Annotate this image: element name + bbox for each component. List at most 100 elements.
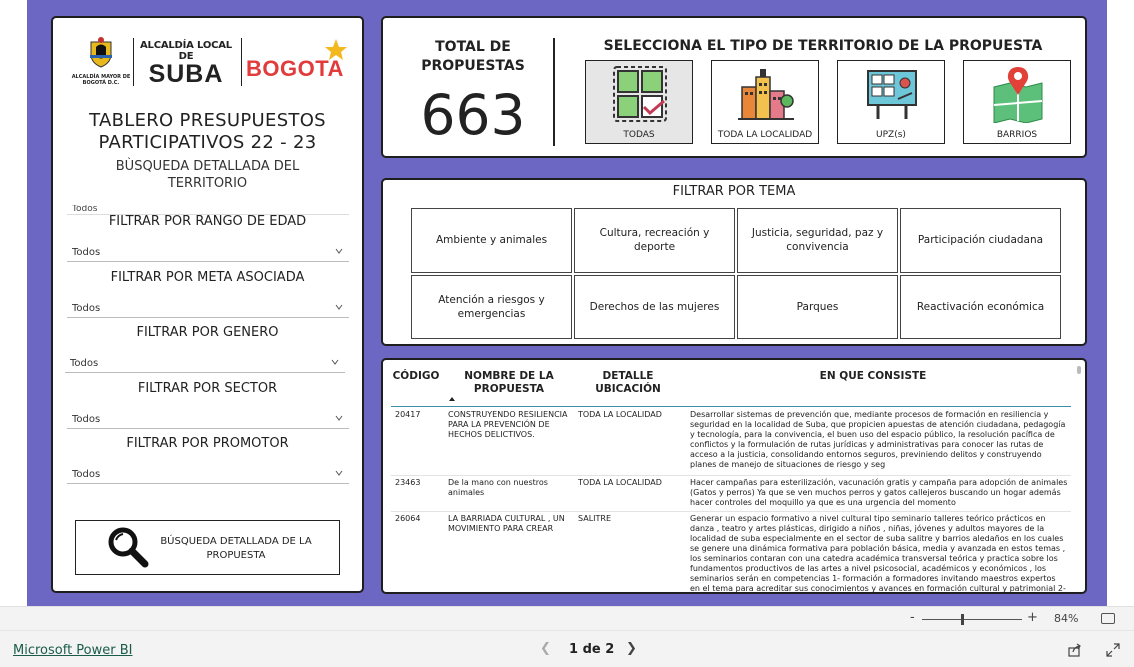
territory-label-todas: TODAS [623, 130, 655, 140]
cell-description: Hacer campañas para esterilización, vacu… [690, 478, 1068, 507]
filter-goal-dropdown[interactable]: Todos [67, 298, 349, 318]
logos-row: ALCALDÍA MAYOR DE BOGOTÁ D.C. ALCALDÍA L… [71, 34, 353, 106]
column-header-detail[interactable]: DETALLE UBICACIÓN [593, 370, 663, 396]
theme-button-parques[interactable]: Parques [737, 274, 898, 339]
theme-button-participacion[interactable]: Participación ciudadana [900, 208, 1061, 273]
filter-promoter-label: FILTRAR POR PROMOTOR [126, 436, 289, 451]
zoom-in-button[interactable]: + [1027, 610, 1038, 625]
theme-button-reactivacion[interactable]: Reactivación económica [900, 274, 1061, 339]
magnifier-icon [108, 527, 149, 568]
map-board-icon [867, 70, 917, 119]
cell-detail: SALITRE [578, 514, 612, 523]
page-indicator: 1 de 2 [569, 642, 615, 657]
territory-button-upz[interactable]: UPZ(s) [837, 60, 945, 144]
filter-gender-value: Todos [70, 358, 99, 369]
dashboard-title: TABLERO PRESUPUESTOS PARTICIPATIVOS 22 -… [53, 110, 362, 154]
total-label: TOTAL DE PROPUESTAS [413, 38, 533, 76]
table-row[interactable]: 26064 LA BARRIADA CULTURAL , UN MOVIMIEN… [391, 512, 1071, 593]
subtitle-line1: BÙSQUEDA DETALLADA DEL [115, 159, 300, 174]
page-navigator: ❮ 1 de 2 ❯ [540, 641, 640, 661]
theme-filter-card: FILTRAR POR TEMA Ambiente y animales Cul… [381, 178, 1087, 346]
left-filter-panel: ALCALDÍA MAYOR DE BOGOTÁ D.C. ALCALDÍA L… [51, 16, 364, 593]
theme-grid: Ambiente y animales Cultura, recreación … [411, 208, 1061, 339]
zoom-slider-thumb[interactable] [961, 614, 964, 625]
filter-sector-dropdown[interactable]: Todos [67, 409, 349, 429]
logo-divider [241, 38, 242, 86]
star-icon [325, 39, 347, 60]
table-body: 20417 CONSTRUYENDO RESILIENCIA PARA LA P… [391, 408, 1071, 593]
proposals-table: CÓDIGO NOMBRE DE LA PROPUESTA DETALLE UB… [381, 358, 1087, 594]
total-label-line1: TOTAL DE [435, 39, 511, 55]
chevron-down-icon [335, 415, 343, 421]
zoom-out-button[interactable]: - [910, 610, 915, 625]
cell-name: CONSTRUYENDO RESILIENCIA PARA LA PREVENC… [448, 410, 568, 439]
filter-promoter-value: Todos [72, 469, 101, 480]
alcaldia-suba-logo: ALCALDÍA LOCAL DE SUBA [136, 40, 236, 87]
vertical-divider [553, 38, 555, 146]
theme-button-riesgos[interactable]: Atención a riesgos y emergencias [411, 274, 572, 339]
dashboard-title-line2: PARTICIPATIVOS 22 - 23 [98, 132, 317, 153]
cell-code: 26064 [395, 514, 421, 523]
fit-to-page-icon[interactable] [1101, 613, 1115, 624]
report-page: ALCALDÍA MAYOR DE BOGOTÁ D.C. ALCALDÍA L… [27, 0, 1107, 606]
city-buildings-icon [738, 69, 794, 120]
territory-title: SELECCIONA EL TIPO DE TERRITORIO DE LA P… [603, 38, 1043, 54]
chevron-down-icon [335, 304, 343, 310]
filter-gender-label: FILTRAR POR GENERO [136, 325, 279, 340]
chevron-down-icon [335, 470, 343, 476]
detailed-proposal-search-button[interactable]: BÚSQUEDA DETALLADA DE LA PROPUESTA [75, 520, 340, 575]
theme-button-ambiente[interactable]: Ambiente y animales [411, 208, 572, 273]
territory-label-localidad: TODA LA LOCALIDAD [717, 130, 813, 140]
share-icon[interactable] [1068, 643, 1082, 657]
map-pin-icon [993, 67, 1043, 123]
territory-button-barrios[interactable]: BARRIOS [963, 60, 1071, 144]
grid-check-icon [613, 66, 667, 122]
cell-detail: TODA LA LOCALIDAD [578, 478, 662, 487]
theme-button-mujeres[interactable]: Derechos de las mujeres [574, 274, 735, 339]
theme-filter-title: FILTRAR POR TEMA [672, 184, 796, 199]
cell-description: Desarrollar sistemas de prevención que, … [690, 410, 1066, 469]
cell-description: Generar un espacio formativo a nivel cul… [690, 514, 1066, 593]
total-proposals-value: 663 [420, 83, 526, 147]
header-separator [391, 406, 1071, 407]
previous-page-button[interactable]: ❮ [540, 641, 551, 656]
theme-button-justicia[interactable]: Justicia, seguridad, paz y convivencia [737, 208, 898, 273]
table-row[interactable]: 20417 CONSTRUYENDO RESILIENCIA PARA LA P… [391, 408, 1071, 476]
fullscreen-icon[interactable] [1106, 643, 1120, 657]
report-canvas: ALCALDÍA MAYOR DE BOGOTÁ D.C. ALCALDÍA L… [0, 0, 1134, 606]
filter-sector-value: Todos [72, 414, 101, 425]
filter-age-value: Todos [72, 247, 101, 258]
cell-name: LA BARRIADA CULTURAL , UN MOVIMIENTO PAR… [448, 514, 565, 533]
subtitle-line2: TERRITORIO [167, 176, 248, 191]
column-header-code[interactable]: CÓDIGO [391, 370, 441, 383]
chevron-down-icon [335, 248, 343, 254]
filter-age-dropdown[interactable]: Todos [67, 242, 349, 262]
zoom-percent: 84% [1054, 612, 1079, 625]
bogota-coat-of-arms-logo: ALCALDÍA MAYOR DE BOGOTÁ D.C. [71, 36, 131, 86]
territory-button-localidad[interactable]: TODA LA LOCALIDAD [711, 60, 819, 144]
suba-label: SUBA [148, 60, 224, 88]
table-row[interactable]: 23463 De la mano con nuestros animales T… [391, 476, 1071, 512]
column-header-name[interactable]: NOMBRE DE LA PROPUESTA [459, 370, 559, 396]
logo-divider [133, 38, 134, 86]
coat-of-arms-icon [90, 37, 112, 68]
cell-code: 23463 [395, 478, 421, 487]
column-header-description[interactable]: EN QUE CONSISTE [683, 370, 1063, 383]
territory-button-todas[interactable]: TODAS [585, 60, 693, 144]
total-label-line2: PROPUESTAS [421, 58, 525, 74]
cell-detail: TODA LA LOCALIDAD [578, 410, 662, 419]
table-scrollbar[interactable] [1077, 366, 1081, 374]
dashboard-title-line1: TABLERO PRESUPUESTOS [89, 110, 326, 131]
theme-button-cultura[interactable]: Cultura, recreación y deporte [574, 208, 735, 273]
territory-label-upz: UPZ(s) [876, 130, 906, 140]
next-page-button[interactable]: ❯ [626, 641, 637, 656]
filter-promoter-dropdown[interactable]: Todos [67, 464, 349, 484]
bogota-logo: BOGOTA [246, 39, 356, 94]
filter-goal-label: FILTRAR POR META ASOCIADA [110, 270, 305, 285]
alcaldia-local-label: ALCALDÍA LOCAL DE [140, 40, 232, 62]
search-button-label: BÚSQUEDA DETALLADA DE LA PROPUESTA [160, 536, 312, 561]
power-bi-link[interactable]: Microsoft Power BI [13, 643, 132, 658]
filter-gender-dropdown[interactable]: Todos [65, 353, 345, 373]
zoom-slider-track[interactable] [922, 619, 1022, 620]
territory-search-subtitle: BÙSQUEDA DETALLADA DEL TERRITORIO [53, 158, 362, 192]
